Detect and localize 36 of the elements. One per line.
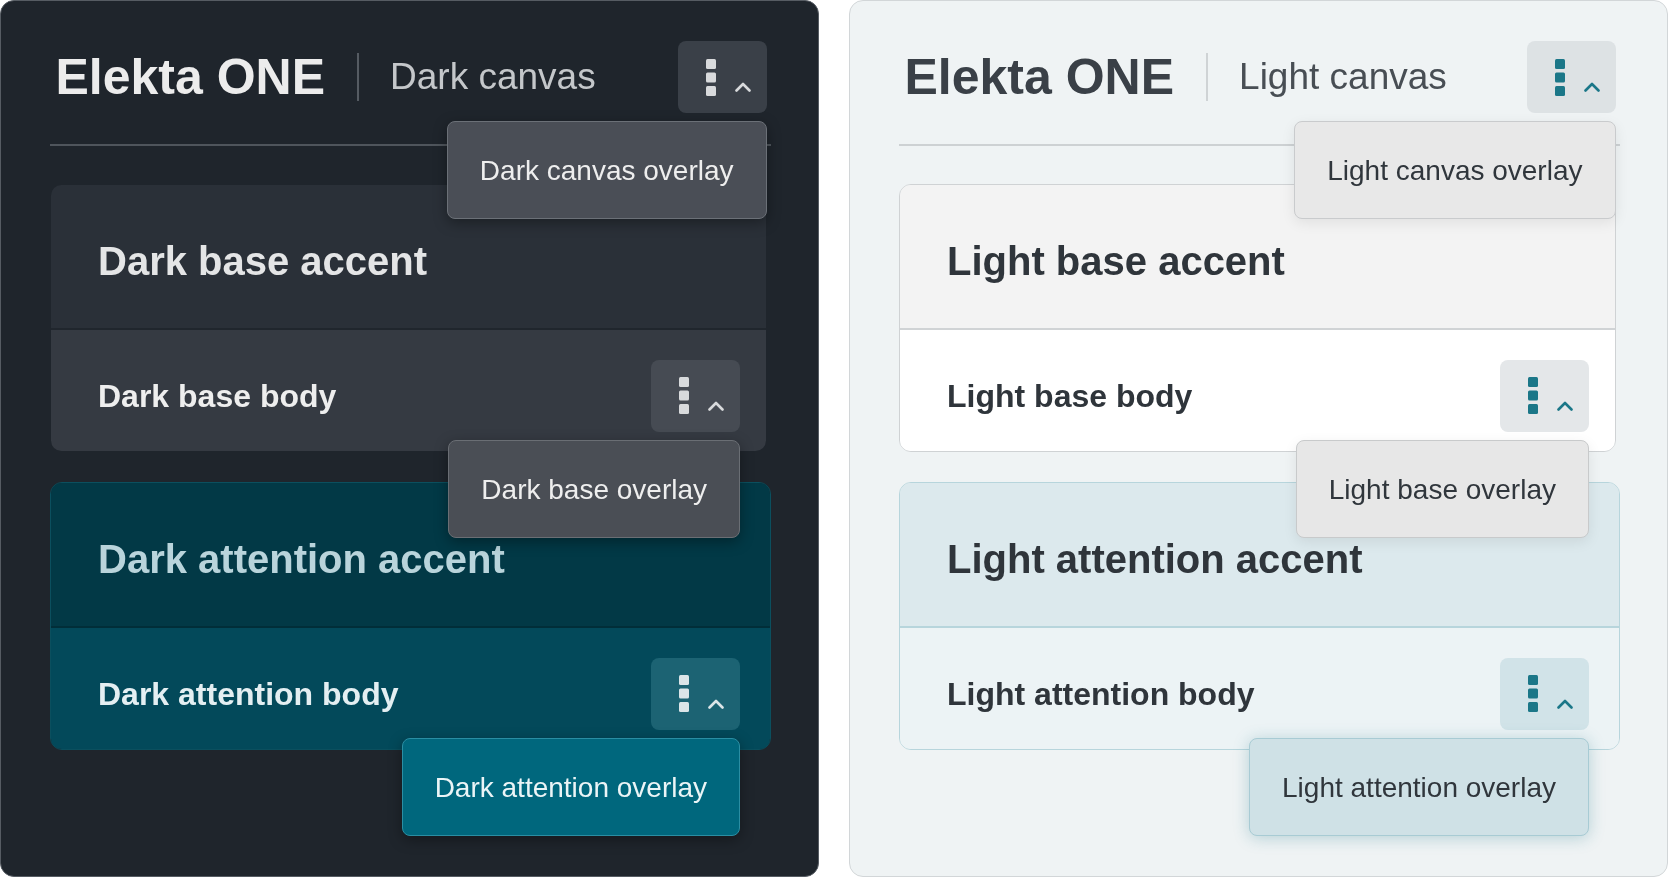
- page-title: Light canvas: [1239, 55, 1447, 99]
- popover: Light canvas overlay: [1294, 121, 1616, 219]
- popover: Dark attention overlay: [401, 737, 740, 836]
- chevron-up-icon: [1583, 82, 1600, 92]
- popover: Light base overlay: [1295, 439, 1589, 538]
- menu-button[interactable]: [1500, 657, 1589, 730]
- popover: Dark base overlay: [448, 439, 740, 538]
- card-text: Dark attention body: [98, 674, 399, 714]
- card-title: Light base accent: [947, 240, 1285, 281]
- menu-button[interactable]: [1526, 41, 1616, 113]
- page-title: Dark canvas: [390, 55, 596, 99]
- menu-button[interactable]: [651, 657, 740, 730]
- menu-button[interactable]: [1500, 359, 1589, 432]
- popover: Light attention overlay: [1249, 737, 1589, 836]
- popover: Dark canvas overlay: [446, 121, 767, 219]
- chevron-up-icon: [734, 82, 751, 92]
- more-icon: [1528, 675, 1538, 712]
- more-icon: [1554, 58, 1565, 96]
- more-icon: [679, 675, 689, 712]
- menu-button[interactable]: [651, 359, 740, 432]
- chevron-up-icon: [1557, 698, 1573, 709]
- menu-button[interactable]: [677, 41, 767, 113]
- chevron-up-icon: [708, 698, 724, 709]
- card-title: Light attention accent: [947, 538, 1363, 579]
- more-icon: [705, 58, 716, 96]
- more-icon: [679, 377, 689, 414]
- chevron-up-icon: [1557, 400, 1573, 411]
- card-title: Dark attention accent: [98, 538, 505, 579]
- brand-logo: Elekta ONE: [55, 48, 326, 107]
- card-title: Dark base accent: [98, 240, 428, 281]
- chevron-up-icon: [708, 400, 724, 411]
- more-icon: [1528, 377, 1538, 414]
- card-text: Light attention body: [947, 674, 1255, 714]
- card-text: Light base body: [947, 376, 1193, 416]
- card-text: Dark base body: [98, 376, 337, 416]
- brand-logo: Elekta ONE: [904, 48, 1175, 107]
